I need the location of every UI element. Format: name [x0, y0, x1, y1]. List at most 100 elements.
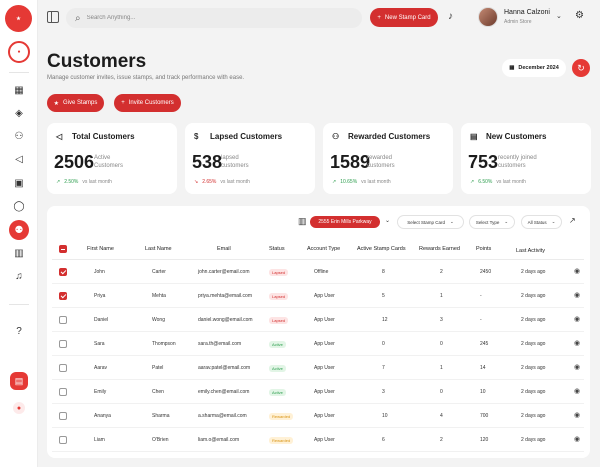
- search-bar[interactable]: ⌕: [66, 8, 362, 28]
- store-logo[interactable]: ●: [8, 41, 30, 63]
- table-row[interactable]: Emily Chen emily.chen@email.com App User 3 0 1…: [52, 380, 584, 404]
- column-header[interactable]: Rewards Earned: [419, 246, 460, 252]
- chevron-down-icon: ⌄: [551, 219, 556, 224]
- cell-first: Ananya: [94, 413, 111, 419]
- cell-account: App User: [314, 317, 335, 323]
- settings-circle-icon[interactable]: ◯: [9, 196, 29, 216]
- avatar[interactable]: [478, 7, 498, 27]
- invite-customers-button[interactable]: + Invite Customers: [114, 94, 181, 112]
- table-row[interactable]: John Carter john.carter@email.com Offline 8 2…: [52, 260, 584, 284]
- gear-icon[interactable]: ⚙: [575, 10, 584, 21]
- status-filter[interactable]: All Status ⌄: [521, 215, 562, 229]
- search-icon: ⌕: [75, 12, 81, 24]
- table-row[interactable]: Aarav Patel aarav.patel@email.com App User 7…: [52, 356, 584, 380]
- campaigns-icon[interactable]: ◁: [9, 149, 29, 169]
- column-header[interactable]: Points: [476, 246, 491, 252]
- cell-cards: 3: [382, 389, 385, 395]
- table-row[interactable]: Liam O'Brien liam.o@email.com App User 6 2 120…: [52, 428, 584, 452]
- cell-account: App User: [314, 293, 335, 299]
- chevron-down-icon[interactable]: ⌄: [556, 12, 562, 20]
- stamp-cards-icon[interactable]: ◈: [9, 103, 29, 123]
- trend-up-icon: ↗: [56, 179, 61, 185]
- logout-icon[interactable]: ●: [13, 402, 25, 414]
- user-name: Hanna Calzoni: [504, 9, 550, 16]
- search-input[interactable]: [86, 15, 327, 21]
- table-row[interactable]: Priya Mehta priya.mehta@email.com App User 5…: [52, 284, 584, 308]
- row-checkbox[interactable]: [59, 412, 67, 420]
- eye-icon[interactable]: ◉: [574, 411, 580, 419]
- row-checkbox[interactable]: [59, 292, 67, 300]
- stamp-card-filter[interactable]: Select Stamp Card ⌄: [397, 215, 464, 229]
- stat-title: Total Customers: [72, 132, 135, 141]
- column-header[interactable]: Status: [269, 246, 285, 252]
- chevron-down-icon: ⌄: [504, 219, 509, 224]
- notifications-icon[interactable]: ♫: [9, 266, 29, 286]
- table-row[interactable]: Ananya Sharma a.sharma@email.com App User 10…: [52, 404, 584, 428]
- eye-icon[interactable]: ◉: [574, 387, 580, 395]
- cell-first: Priya: [94, 293, 106, 299]
- row-checkbox[interactable]: [59, 388, 67, 396]
- cell-last: Thompson: [152, 341, 176, 347]
- expand-icon[interactable]: ↗: [569, 216, 576, 225]
- cell-email: priya.mehta@email.com: [198, 293, 252, 299]
- cell-activity: 2 days ago: [521, 365, 546, 371]
- sidebar: ★ ● ▦ ◈ ⚇ ◁ ▣ ◯ ⚉ ▥ ♫ ? ▤ ●: [0, 0, 38, 467]
- row-checkbox[interactable]: [59, 340, 67, 348]
- rewards-icon[interactable]: ▣: [9, 173, 29, 193]
- new-stamp-card-button[interactable]: + New Stamp Card: [370, 8, 438, 27]
- store-icon[interactable]: ▥: [9, 243, 29, 263]
- eye-icon[interactable]: ◉: [574, 435, 580, 443]
- calendar-icon: ▦: [509, 65, 515, 71]
- user-role: Admin Store: [504, 19, 532, 25]
- eye-icon[interactable]: ◉: [574, 315, 580, 323]
- row-checkbox[interactable]: [59, 436, 67, 444]
- customers-icon[interactable]: ⚉: [9, 220, 29, 240]
- status-badge: Lapsed: [269, 269, 289, 276]
- chevron-down-icon[interactable]: ⌄: [385, 217, 390, 224]
- column-header[interactable]: Account Type: [307, 246, 340, 252]
- stat-change: 6.50%: [478, 179, 493, 185]
- store-selector[interactable]: 2555 Erin Mills Parkway: [310, 216, 380, 228]
- column-header[interactable]: First Name: [87, 246, 114, 252]
- cell-account: App User: [314, 389, 335, 395]
- table-row[interactable]: Sara Thompson sara.th@email.com App User 0 0 2…: [52, 332, 584, 356]
- eye-icon[interactable]: ◉: [574, 267, 580, 275]
- cell-rewards: 0: [440, 389, 443, 395]
- date-picker[interactable]: ▦ December 2024: [502, 59, 566, 77]
- refresh-icon[interactable]: ↻: [572, 59, 590, 77]
- cell-email: daniel.wong@email.com: [198, 317, 253, 323]
- panel-toggle-icon[interactable]: [47, 11, 59, 23]
- help-icon[interactable]: ?: [9, 321, 29, 341]
- table-row[interactable]: Daniel Wong daniel.wong@email.com App User 1…: [52, 308, 584, 332]
- column-header[interactable]: Last Activity: [516, 248, 545, 254]
- eye-icon[interactable]: ◉: [574, 363, 580, 371]
- trend-up-icon: ↗: [332, 179, 337, 185]
- profile-card-icon[interactable]: ▤: [10, 372, 28, 390]
- bell-icon[interactable]: ♪: [448, 11, 453, 22]
- new-stamp-card-label: New Stamp Card: [384, 14, 431, 21]
- eye-icon[interactable]: ◉: [574, 339, 580, 347]
- cell-cards: 12: [382, 317, 388, 323]
- status-badge: Lapsed: [269, 293, 289, 300]
- column-header[interactable]: Last Name: [145, 246, 172, 252]
- column-header[interactable]: Email: [217, 246, 231, 252]
- stat-card-rewarded: ⚇ Rewarded Customers 1589 rewarded custom…: [323, 123, 453, 194]
- give-stamps-label: Give Stamps: [63, 100, 98, 106]
- select-all-checkbox[interactable]: [59, 245, 67, 253]
- row-checkbox[interactable]: [59, 364, 67, 372]
- type-filter[interactable]: Select Type ⌄: [469, 215, 515, 229]
- invite-customers-label: Invite Customers: [128, 100, 174, 106]
- row-checkbox[interactable]: [59, 268, 67, 276]
- eye-icon[interactable]: ◉: [574, 291, 580, 299]
- stat-change-suffix: vs last month: [361, 179, 391, 185]
- users-icon[interactable]: ⚇: [9, 126, 29, 146]
- cell-points: 700: [480, 413, 489, 419]
- column-header[interactable]: Active Stamp Cards: [357, 246, 406, 252]
- stat-value: 1589: [330, 152, 371, 172]
- row-checkbox[interactable]: [59, 316, 67, 324]
- cell-activity: 2 days ago: [521, 413, 546, 419]
- app-logo[interactable]: ★: [5, 5, 32, 32]
- cell-last: Patel: [152, 365, 164, 371]
- dashboard-icon[interactable]: ▦: [9, 80, 29, 100]
- give-stamps-button[interactable]: ★ Give Stamps: [47, 94, 104, 112]
